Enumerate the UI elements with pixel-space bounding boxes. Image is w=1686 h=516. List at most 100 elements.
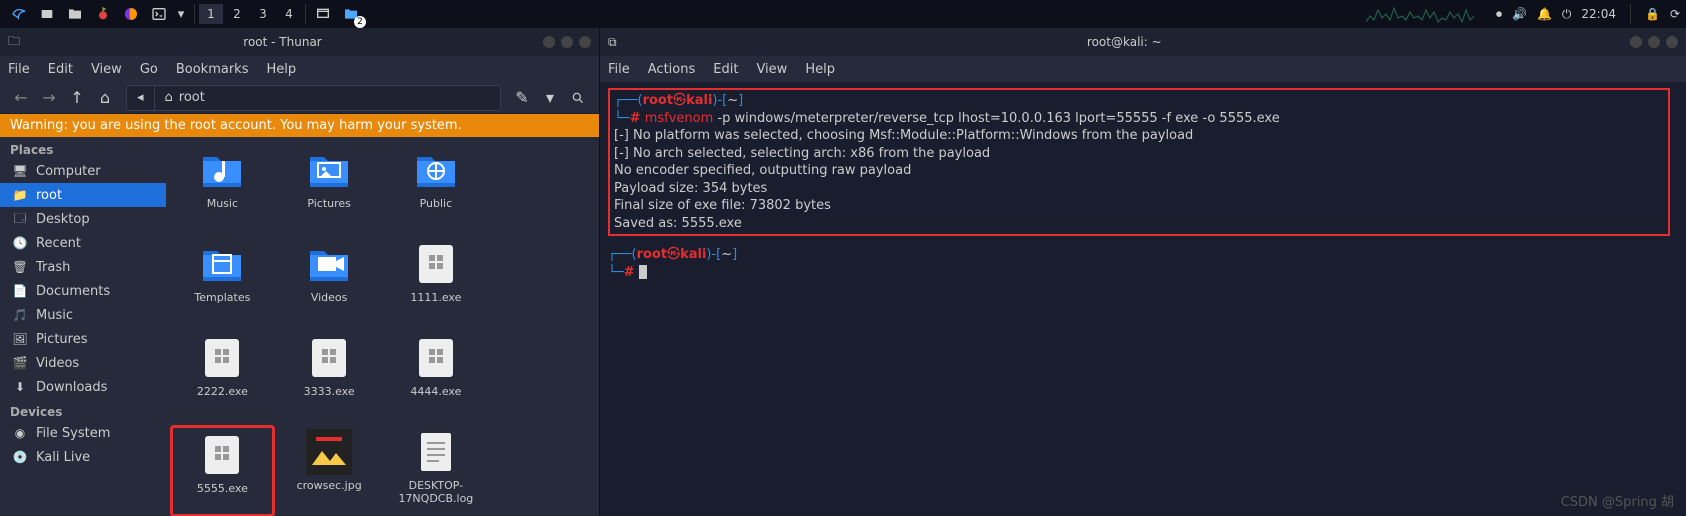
- thunar-window-icon: 🗀: [8, 32, 20, 53]
- thunar-menu-item[interactable]: Go: [140, 62, 158, 77]
- file-item[interactable]: 1111.exe: [384, 237, 489, 329]
- sidebar-item-music[interactable]: 🎵Music: [0, 303, 166, 327]
- record-icon[interactable]: ⏺: [1496, 7, 1502, 22]
- clock-text[interactable]: 22:04: [1581, 7, 1616, 21]
- terminal-launch-icon[interactable]: [146, 2, 172, 26]
- thunar-title: root - Thunar: [28, 35, 537, 49]
- thunar-menu-item[interactable]: Help: [266, 62, 296, 77]
- panel-app-icon[interactable]: [34, 2, 60, 26]
- disc-icon: 💿: [12, 449, 28, 465]
- desktop-area: 🗀 root - Thunar File Edit View Go Bookmarks H…: [0, 28, 1686, 516]
- file-item[interactable]: Templates: [170, 237, 275, 329]
- up-button[interactable]: ↑: [64, 85, 90, 111]
- maximize-button[interactable]: [561, 36, 573, 48]
- terminal-output-line: Final size of exe file: 73802 bytes: [614, 197, 1664, 215]
- folder-icon: [199, 147, 245, 193]
- minimize-button[interactable]: [543, 36, 555, 48]
- sidebar-item-label: Documents: [36, 284, 110, 299]
- cherrytree-icon[interactable]: [90, 2, 116, 26]
- sidebar-item-label: File System: [36, 426, 110, 441]
- home-button[interactable]: ⌂: [92, 85, 118, 111]
- file-item[interactable]: 3333.exe: [277, 331, 382, 423]
- notifications-icon[interactable]: 🔔: [1537, 7, 1552, 21]
- folder-icon: [306, 147, 352, 193]
- sidebar-item-root[interactable]: 📁root: [0, 183, 166, 207]
- thunar-menu-item[interactable]: File: [8, 62, 30, 77]
- workspace-button[interactable]: 3: [251, 4, 275, 24]
- terminal-menu-item[interactable]: Help: [805, 62, 835, 77]
- path-segment-left-icon[interactable]: ◂: [127, 86, 155, 110]
- terminal-menu-item[interactable]: Edit: [713, 62, 738, 77]
- path-dropdown-icon[interactable]: ▾: [537, 85, 563, 111]
- terminal-output-line: [-] No arch selected, selecting arch: x8…: [614, 145, 1664, 163]
- file-item[interactable]: 2222.exe: [170, 331, 275, 423]
- workspace-button[interactable]: 1: [199, 4, 223, 24]
- path-segment-root[interactable]: ⌂ root: [155, 86, 215, 110]
- files-icon[interactable]: [62, 2, 88, 26]
- sidebar-item-recent[interactable]: 🕓Recent: [0, 231, 166, 255]
- file-label: DESKTOP-17NQDCB.log: [388, 479, 484, 505]
- firefox-icon[interactable]: [118, 2, 144, 26]
- sidebar-item-desktop[interactable]: 🗔Desktop: [0, 207, 166, 231]
- terminal-body[interactable]: ┌──(root㉿kali)-[~]└─# msfvenom -p window…: [600, 82, 1686, 516]
- show-desktop-icon[interactable]: [310, 2, 336, 26]
- folder-icon: [413, 147, 459, 193]
- file-item[interactable]: 4444.exe: [384, 331, 489, 423]
- sidebar-item-label: Pictures: [36, 332, 87, 347]
- file-item[interactable]: crowsec.jpg: [277, 425, 382, 516]
- sidebar-item-label: root: [36, 188, 62, 203]
- terminal-menu-item[interactable]: View: [756, 62, 787, 77]
- file-grid[interactable]: MusicPicturesPublic Templates Videos 1111.e…: [166, 137, 599, 516]
- sidebar-item-downloads[interactable]: ⬇Downloads: [0, 375, 166, 399]
- workspace-button[interactable]: 4: [277, 4, 301, 24]
- file-item[interactable]: 5555.exe: [170, 425, 275, 516]
- music-icon: 🎵: [12, 307, 28, 323]
- sidebar-item-documents[interactable]: 📄 Documents: [0, 279, 166, 303]
- sidebar-section-header: Places: [0, 137, 166, 159]
- file-item[interactable]: Pictures: [277, 143, 382, 235]
- top-panel: ▾ 1234 2 ⏺ 🔊 🔔 ⏻ 22:04 🔒 ⟳: [0, 0, 1686, 28]
- power-icon[interactable]: ⏻: [1562, 7, 1572, 22]
- sidebar-item-kali-live[interactable]: 💿Kali Live: [0, 445, 166, 469]
- volume-icon[interactable]: 🔊: [1512, 7, 1527, 21]
- doc-icon: 📄: [12, 283, 28, 299]
- terminal-highlight-box: ┌──(root㉿kali)-[~]└─# msfvenom -p window…: [608, 88, 1670, 236]
- thunar-menu-item[interactable]: Bookmarks: [176, 62, 249, 77]
- search-icon[interactable]: [565, 85, 591, 111]
- terminal-dropdown-icon[interactable]: ▾: [174, 2, 188, 26]
- minimize-button[interactable]: [1630, 36, 1642, 48]
- file-label: 1111.exe: [410, 291, 461, 304]
- sidebar-item-trash[interactable]: 🗑Trash: [0, 255, 166, 279]
- sidebar-item-file-system[interactable]: ◉File System: [0, 421, 166, 445]
- lock-icon[interactable]: 🔒: [1645, 7, 1660, 21]
- terminal-titlebar[interactable]: ⧉ root@kali: ~: [600, 28, 1686, 56]
- file-item[interactable]: Videos: [277, 237, 382, 329]
- terminal-menu-item[interactable]: Actions: [648, 62, 696, 77]
- panel-separator: [194, 4, 195, 24]
- terminal-menu-item[interactable]: File: [608, 62, 630, 77]
- workspace-button[interactable]: 2: [225, 4, 249, 24]
- thunar-titlebar[interactable]: 🗀 root - Thunar: [0, 28, 599, 56]
- path-bar[interactable]: ◂ ⌂ root: [126, 85, 501, 111]
- file-item[interactable]: Public: [384, 143, 489, 235]
- file-item[interactable]: Music: [170, 143, 275, 235]
- terminal-output-line: No encoder specified, outputting raw pay…: [614, 162, 1664, 180]
- kali-menu-icon[interactable]: [6, 2, 32, 26]
- file-item[interactable]: DESKTOP-17NQDCB.log: [384, 425, 489, 516]
- sidebar-item-pictures[interactable]: 🖼Pictures: [0, 327, 166, 351]
- sidebar-item-computer[interactable]: 🖥Computer: [0, 159, 166, 183]
- forward-button[interactable]: →: [36, 85, 62, 111]
- close-button[interactable]: [1666, 36, 1678, 48]
- sidebar-item-videos[interactable]: 🎬Videos: [0, 351, 166, 375]
- session-icon[interactable]: ⟳: [1670, 7, 1680, 21]
- maximize-button[interactable]: [1648, 36, 1660, 48]
- edit-path-icon[interactable]: ✎: [509, 85, 535, 111]
- close-button[interactable]: [579, 36, 591, 48]
- thunar-menu-item[interactable]: Edit: [48, 62, 73, 77]
- taskbar-thunar-icon[interactable]: 2: [338, 2, 364, 26]
- back-button[interactable]: ←: [8, 85, 34, 111]
- file-label: Videos: [311, 291, 348, 304]
- thunar-menu-item[interactable]: View: [91, 62, 122, 77]
- cpu-graph-icon: [1366, 4, 1486, 24]
- file-label: 3333.exe: [304, 385, 355, 398]
